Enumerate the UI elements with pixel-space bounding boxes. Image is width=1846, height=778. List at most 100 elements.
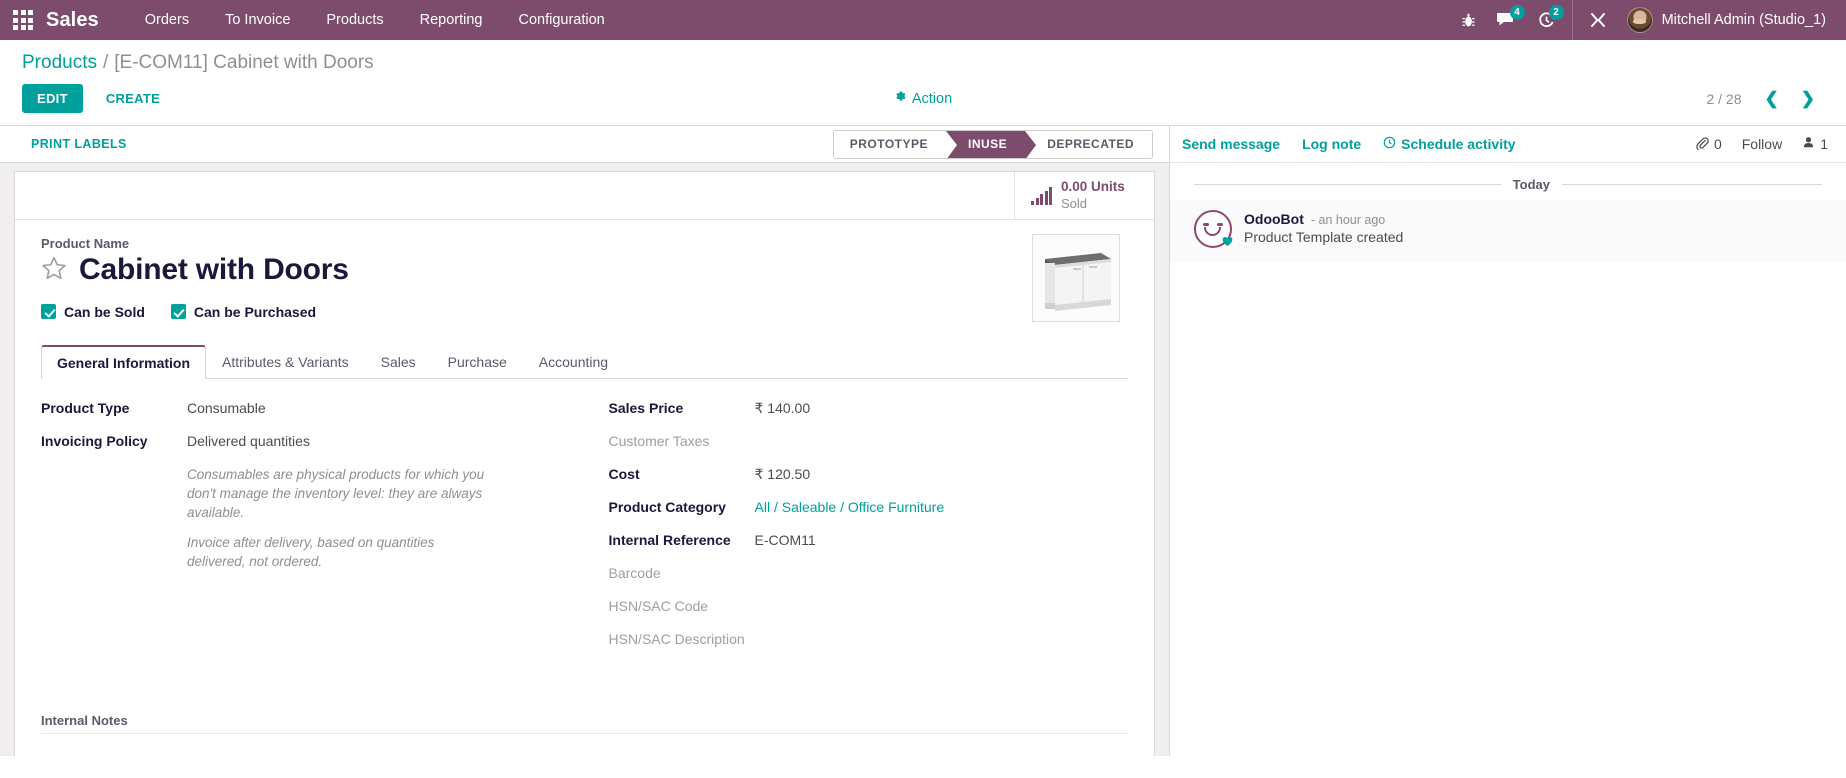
apps-grid-icon[interactable]: [0, 0, 46, 40]
menu-item-configuration[interactable]: Configuration: [501, 0, 623, 40]
stat-label-sold: Sold: [1061, 195, 1088, 211]
schedule-activity-button[interactable]: Schedule activity: [1383, 136, 1516, 152]
log-note-button[interactable]: Log note: [1302, 136, 1361, 152]
field-label-barcode: Barcode: [608, 564, 661, 581]
checkbox-label-sold: Can be Sold: [64, 303, 145, 320]
date-separator-label: Today: [1512, 177, 1550, 192]
status-pipeline: PROTOTYPE INUSE DEPRECATED: [832, 129, 1153, 159]
message-author[interactable]: OdooBot: [1244, 211, 1304, 227]
record-pager: 2 / 28 ❮ ❯: [1706, 88, 1830, 109]
form-column-right: Sales Price ₹ 140.00 Customer Taxes Cost: [585, 399, 1129, 663]
form-column-left: Product Type Consumable Invoicing Policy…: [41, 399, 585, 663]
notebook-tabs: General Information Attributes & Variant…: [41, 344, 1128, 379]
avatar: [1626, 7, 1653, 33]
checkbox-can-be-sold[interactable]: Can be Sold: [41, 304, 145, 320]
field-label-sales-price: Sales Price: [608, 399, 684, 416]
followers-count-label: 1: [1820, 136, 1828, 152]
internal-notes-label: Internal Notes: [41, 712, 128, 728]
field-label-cost: Cost: [608, 465, 640, 482]
breadcrumb-root-products[interactable]: Products: [22, 52, 97, 74]
field-internal-reference: Internal Reference E-COM11: [609, 531, 1129, 551]
field-value-internal-reference[interactable]: E-COM11: [755, 531, 816, 548]
field-label-hsn-sac-code: HSN/SAC Code: [608, 597, 709, 614]
product-title-block: Product Name Cabinet with Doors Can be S…: [41, 236, 1128, 320]
stage-deprecated[interactable]: DEPRECATED: [1025, 130, 1152, 158]
checkbox-label-purchased: Can be Purchased: [193, 303, 317, 320]
field-label-invoicing-policy: Invoicing Policy: [41, 432, 148, 449]
main-content: PRINT LABELS PROTOTYPE INUSE DEPRECATED …: [0, 126, 1846, 756]
field-value-product-type[interactable]: Consumable: [187, 399, 266, 416]
menu-item-to-invoice[interactable]: To Invoice: [207, 0, 308, 40]
tab-attributes-variants[interactable]: Attributes & Variants: [206, 345, 365, 379]
control-panel-buttons: EDIT CREATE Action 2 / 28 ❮ ❯: [16, 80, 1830, 125]
tab-purchase[interactable]: Purchase: [432, 345, 523, 379]
tab-sales[interactable]: Sales: [365, 345, 432, 379]
paperclip-icon: [1695, 136, 1709, 153]
stage-prototype[interactable]: PROTOTYPE: [833, 130, 947, 158]
stage-inuse[interactable]: INUSE: [946, 130, 1037, 158]
bar-chart-icon: [1031, 186, 1052, 205]
top-navbar: Sales Orders To Invoice Products Reporti…: [0, 0, 1846, 40]
field-customer-taxes: Customer Taxes: [609, 432, 1129, 452]
message-body-text: Product Template created: [1244, 229, 1404, 245]
action-menu-button[interactable]: Action: [894, 90, 952, 107]
followers-count-button[interactable]: 1: [1802, 136, 1828, 152]
edit-button[interactable]: EDIT: [22, 84, 83, 113]
internal-notes-input[interactable]: [41, 732, 1128, 756]
field-barcode: Barcode: [609, 564, 1129, 584]
menu-item-products[interactable]: Products: [308, 0, 401, 40]
stat-value-units: 0.00 Units: [1061, 179, 1125, 194]
odoobot-avatar: [1194, 210, 1233, 248]
date-separator-line-left: [1194, 184, 1501, 185]
app-brand-sales[interactable]: Sales: [46, 9, 127, 32]
chevron-right-icon[interactable]: ❯: [1792, 88, 1824, 109]
tab-accounting[interactable]: Accounting: [523, 345, 624, 379]
field-hsn-sac-description: HSN/SAC Description: [609, 630, 1129, 650]
checkbox-box-purchased[interactable]: [170, 304, 186, 320]
checkbox-box-sold[interactable]: [41, 304, 56, 320]
star-outline-icon[interactable]: [41, 255, 67, 285]
checkbox-can-be-purchased[interactable]: Can be Purchased: [170, 303, 317, 320]
messages-icon[interactable]: 4: [1486, 0, 1527, 40]
page-title: Cabinet with Doors: [79, 253, 349, 287]
form-statusbar: PRINT LABELS PROTOTYPE INUSE DEPRECATED: [0, 126, 1169, 163]
notebook: General Information Attributes & Variant…: [41, 344, 1128, 756]
chevron-left-icon[interactable]: ❮: [1756, 88, 1788, 109]
sheet-body: Product Name Cabinet with Doors Can be S…: [15, 220, 1154, 756]
stat-buttons-row: 0.00 Units Sold: [15, 172, 1154, 221]
tab-panel-general-information: Product Type Consumable Invoicing Policy…: [41, 379, 1128, 756]
stat-button-units-sold[interactable]: 0.00 Units Sold: [1014, 172, 1154, 220]
sheet-scroll-area[interactable]: 0.00 Units Sold Product Name Cabinet wit…: [0, 163, 1169, 756]
activity-clock-icon[interactable]: 2: [1527, 0, 1566, 40]
clock-icon: [1383, 136, 1396, 152]
print-labels-button[interactable]: PRINT LABELS: [22, 132, 136, 156]
internal-notes-section: Internal Notes: [41, 713, 1128, 756]
chatter-message: OdooBot - an hour ago Product Template c…: [1170, 200, 1846, 262]
schedule-activity-label: Schedule activity: [1401, 136, 1516, 152]
send-message-button[interactable]: Send message: [1182, 136, 1280, 152]
menu-item-orders[interactable]: Orders: [127, 0, 207, 40]
field-value-cost[interactable]: ₹ 120.50: [755, 465, 811, 483]
field-value-sales-price[interactable]: ₹ 140.00: [755, 399, 811, 417]
field-label-product-type: Product Type: [41, 399, 130, 416]
tools-icon[interactable]: [1579, 0, 1617, 40]
product-name-label: Product Name: [41, 236, 130, 252]
create-button[interactable]: CREATE: [91, 84, 175, 113]
tab-general-information[interactable]: General Information: [41, 344, 207, 379]
date-separator: Today: [1170, 163, 1846, 200]
activity-counter: 2: [1548, 5, 1564, 20]
user-menu[interactable]: Mitchell Admin (Studio_1): [1617, 0, 1832, 40]
field-label-internal-reference: Internal Reference: [608, 531, 731, 548]
chatter-toolbar: Send message Log note Schedule activity: [1170, 126, 1846, 163]
field-value-product-category[interactable]: All / Saleable / Office Furniture: [755, 498, 945, 515]
follow-button[interactable]: Follow: [1742, 136, 1782, 152]
gear-icon: [894, 90, 907, 107]
chatter-thread[interactable]: Today OdooBot - an hour ago Product Temp…: [1170, 163, 1846, 756]
attachment-count-button[interactable]: 0: [1695, 136, 1722, 153]
bug-icon[interactable]: [1451, 0, 1486, 40]
menu-item-reporting[interactable]: Reporting: [402, 0, 501, 40]
chatter-panel: Send message Log note Schedule activity: [1169, 126, 1846, 756]
field-value-invoicing-policy[interactable]: Delivered quantities: [187, 432, 310, 449]
product-flags: Can be Sold Can be Purchased: [41, 304, 1128, 320]
field-cost: Cost ₹ 120.50: [609, 465, 1129, 485]
